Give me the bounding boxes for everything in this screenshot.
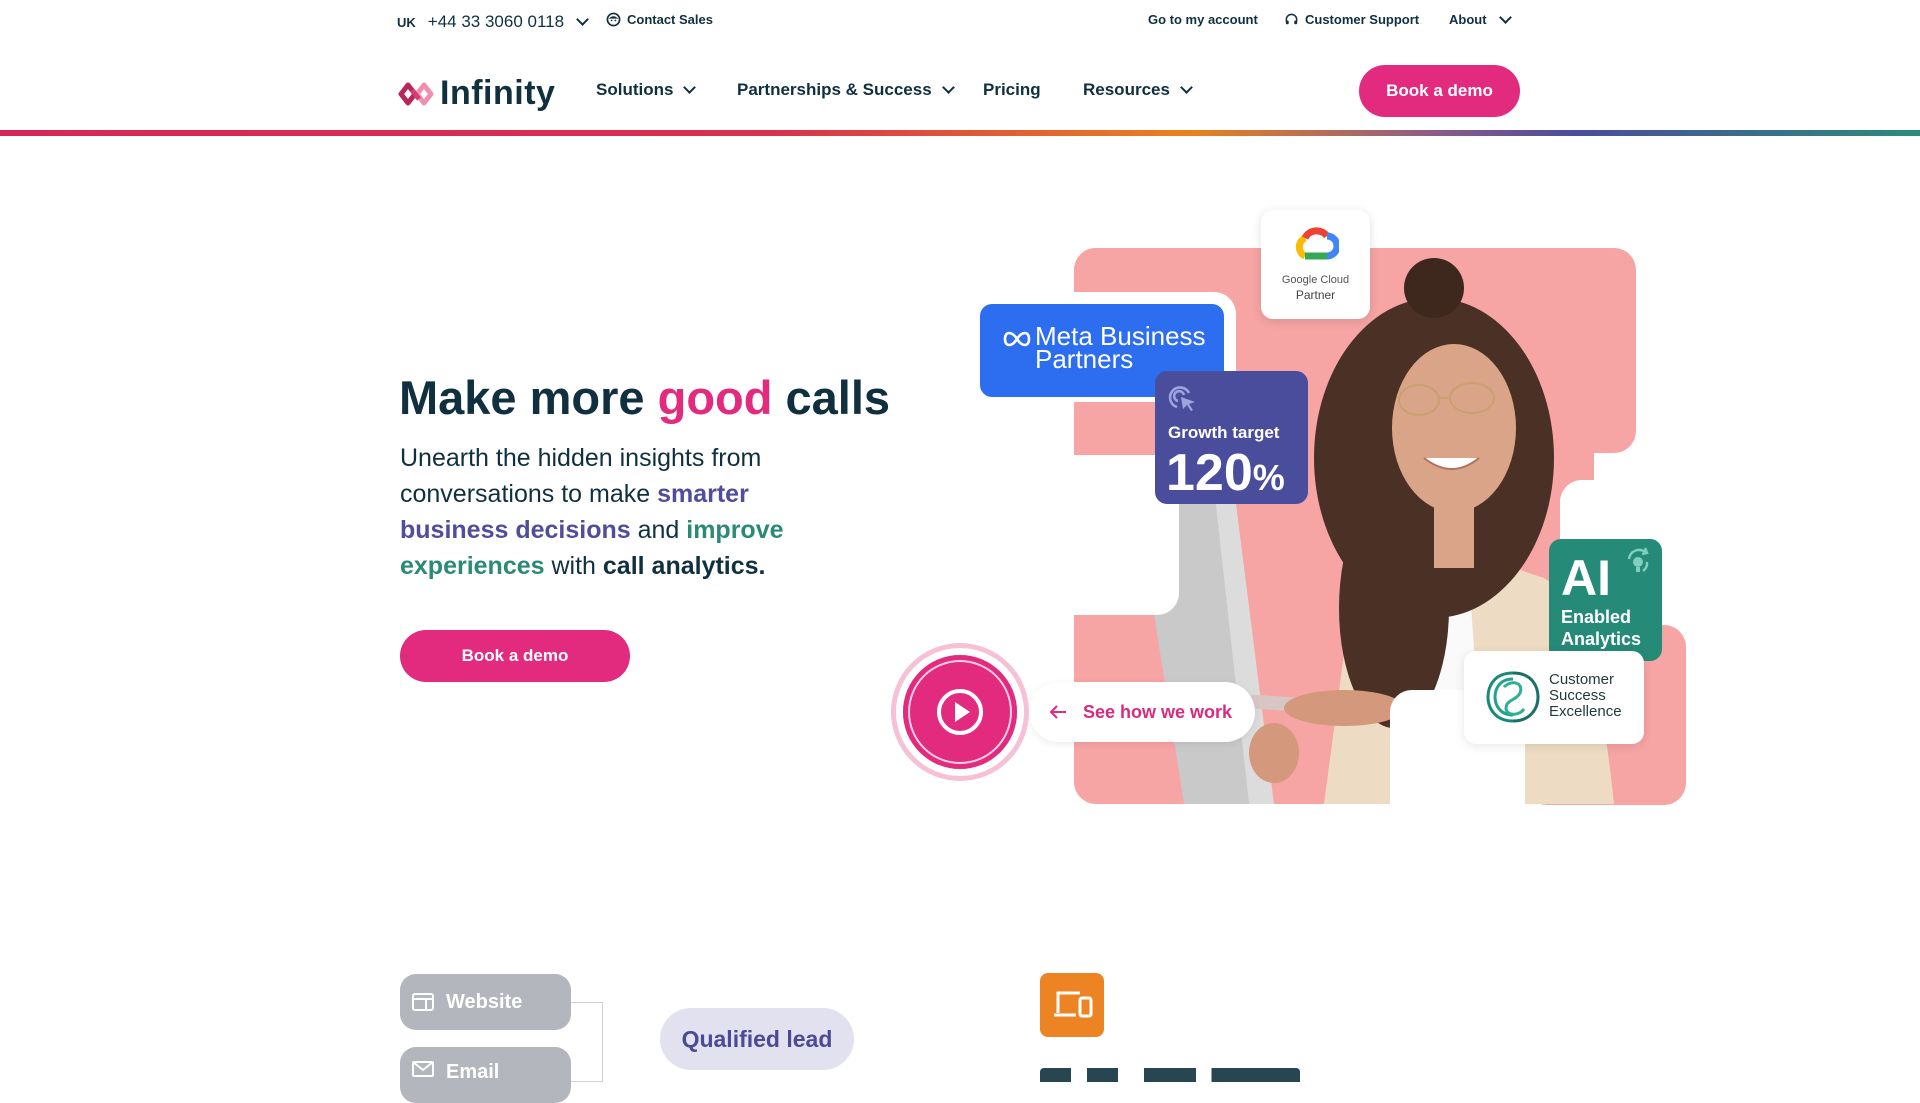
target-cursor-icon xyxy=(1168,386,1195,411)
nav-partnerships[interactable]: Partnerships & Success xyxy=(737,80,955,100)
hero-title-highlight: good xyxy=(657,371,773,424)
cse-line1: Customer xyxy=(1549,671,1615,688)
nav-resources[interactable]: Resources xyxy=(1083,80,1193,100)
nav-partnerships-label: Partnerships & Success xyxy=(737,80,932,99)
see-how-label: See how we work xyxy=(1083,701,1233,722)
play-video-button[interactable] xyxy=(891,643,1029,781)
chevron-down-icon xyxy=(941,81,955,94)
source-email-label: Email xyxy=(446,1061,500,1083)
growth-value-number: 120 xyxy=(1166,444,1253,502)
brand-gradient-divider xyxy=(0,130,1920,136)
flow-connector xyxy=(571,1002,603,1082)
infinity-logo-icon xyxy=(398,82,434,105)
hero-book-demo-button[interactable]: Book a demo xyxy=(400,630,630,682)
google-cloud-icon xyxy=(1295,227,1339,260)
account-link[interactable]: Go to my account xyxy=(1148,12,1258,27)
phone-selector[interactable]: UK +44 33 3060 0118 xyxy=(397,12,589,32)
support-link[interactable]: Customer Support xyxy=(1284,12,1419,27)
cse-line3: Excellence xyxy=(1549,703,1622,720)
meta-logo-icon xyxy=(1003,331,1031,347)
customer-success-excellence-badge: Customer Success Excellence xyxy=(1464,651,1644,744)
logo[interactable]: Infinity xyxy=(398,74,555,113)
nav-resources-label: Resources xyxy=(1083,80,1170,99)
lead-highlight-bold: call analytics. xyxy=(602,552,766,580)
contact-sales-link[interactable]: Contact Sales xyxy=(606,12,713,27)
meta-badge-line2: Partners xyxy=(1035,344,1134,374)
contact-sales-label: Contact Sales xyxy=(627,12,713,27)
browser-window-icon xyxy=(412,993,434,1011)
growth-target-card: Growth target 120% xyxy=(1155,371,1308,504)
hero-title-pre: Make more xyxy=(399,371,658,424)
source-chip-email: Email xyxy=(400,1047,571,1103)
nav-solutions[interactable]: Solutions xyxy=(596,80,697,100)
source-chip-website: Website xyxy=(400,974,571,1030)
devices-feature-icon xyxy=(1040,973,1104,1037)
see-how-we-work-link[interactable]: See how we work xyxy=(1029,682,1255,742)
about-label: About xyxy=(1449,12,1487,27)
google-cloud-partner-badge: Google Cloud Partner xyxy=(1261,210,1370,319)
support-label: Customer Support xyxy=(1305,12,1420,27)
arrow-left-icon xyxy=(1049,705,1066,719)
play-icon xyxy=(937,689,983,735)
nav-solutions-label: Solutions xyxy=(596,80,674,99)
qualified-lead-chip: Qualified lead xyxy=(660,1008,854,1070)
chevron-down-icon xyxy=(576,13,589,26)
growth-target-value: 120% xyxy=(1166,443,1285,503)
phone-number: +44 33 3060 0118 xyxy=(427,12,565,31)
ai-refresh-bulb-icon xyxy=(1627,547,1649,572)
source-website-label: Website xyxy=(446,990,523,1013)
cse-logo-icon xyxy=(1486,671,1540,723)
utility-bar: UK +44 33 3060 0118 Contact Sales Go to … xyxy=(0,0,1920,46)
google-badge-line1: Google Cloud xyxy=(1281,274,1350,286)
ai-enabled-analytics-card: AI Enabled Analytics xyxy=(1549,539,1662,661)
lead-text: with xyxy=(544,552,603,580)
nav-pricing-label: Pricing xyxy=(983,80,1041,99)
headset-icon xyxy=(1285,13,1298,25)
chevron-down-icon xyxy=(1180,81,1193,94)
google-badge-line2: Partner xyxy=(1295,288,1336,302)
email-envelope-icon xyxy=(412,1061,434,1077)
hero-title: Make more good calls xyxy=(399,370,890,425)
account-label: Go to my account xyxy=(1148,12,1258,27)
about-menu[interactable]: About xyxy=(1449,10,1512,27)
chevron-down-icon xyxy=(1498,10,1512,24)
ai-line2: Analytics xyxy=(1561,629,1642,649)
chevron-down-icon xyxy=(683,81,697,94)
ai-label: AI xyxy=(1561,550,1611,606)
ai-line1: Enabled xyxy=(1561,607,1632,627)
contact-face-icon xyxy=(606,12,621,27)
hero-title-post: calls xyxy=(772,371,891,424)
hero-lead: Unearth the hidden insights from convers… xyxy=(400,440,860,584)
growth-value-unit: % xyxy=(1252,457,1285,498)
region-label: UK xyxy=(397,14,416,30)
nav-book-demo-button[interactable]: Book a demo xyxy=(1359,65,1520,117)
nav-pricing[interactable]: Pricing xyxy=(983,80,1041,100)
growth-target-label: Growth target xyxy=(1168,423,1280,442)
laptop-phone-icon xyxy=(1054,991,1093,1018)
cse-line2: Success xyxy=(1549,687,1606,704)
lead-text: and xyxy=(630,516,687,544)
logo-text: Infinity xyxy=(440,74,556,112)
